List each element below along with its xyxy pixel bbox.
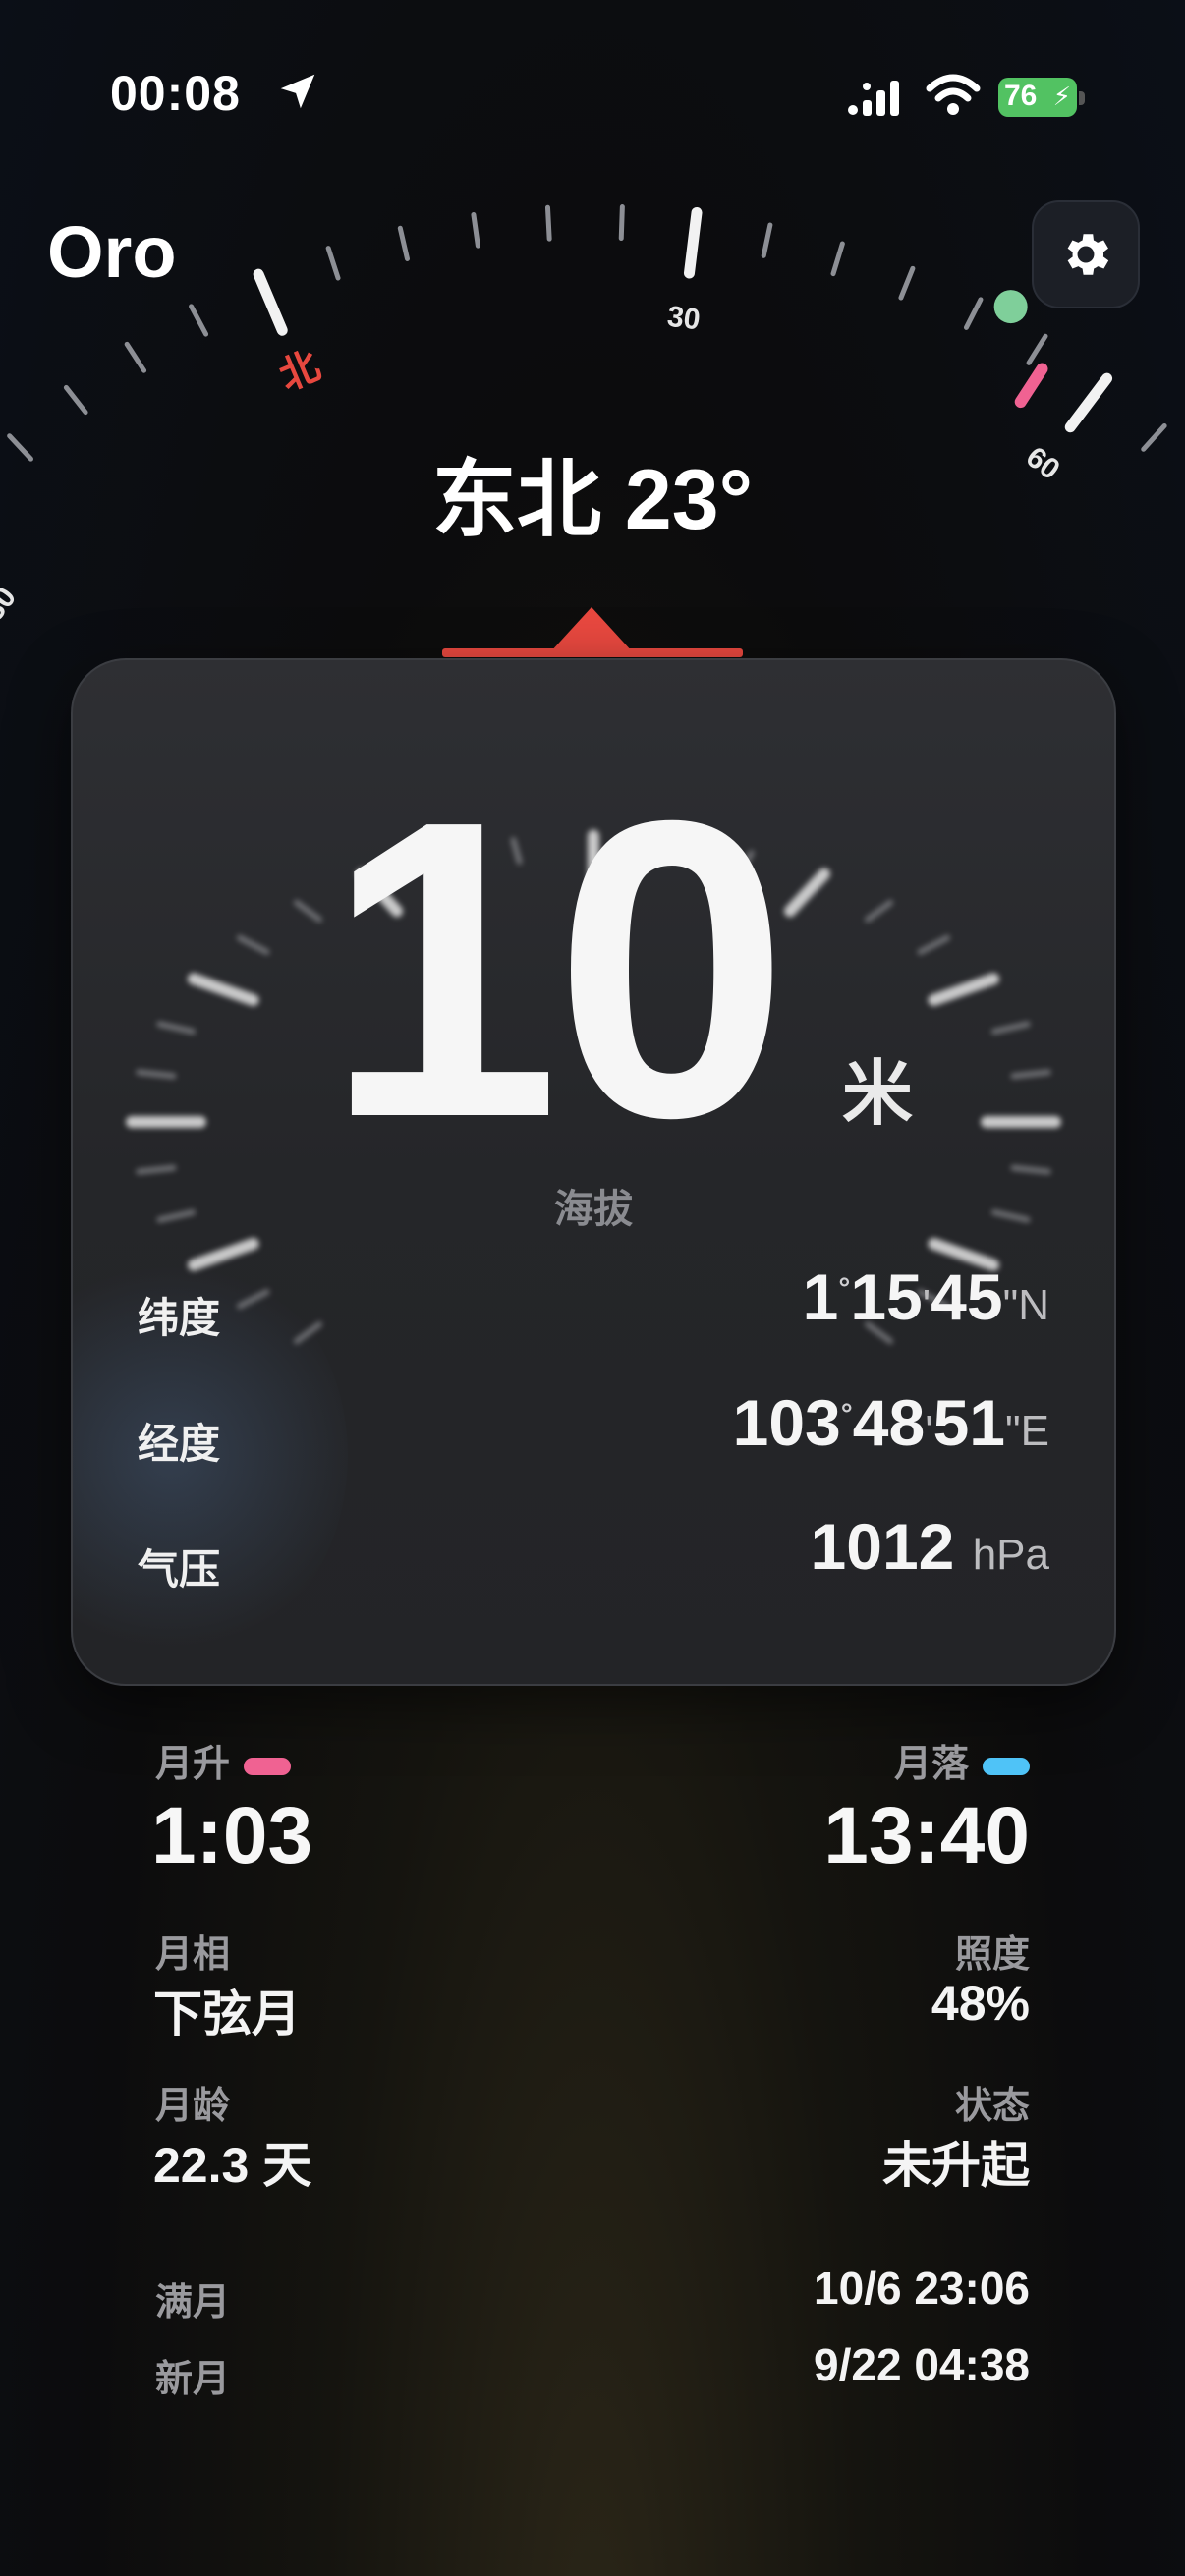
app-title: Oro bbox=[47, 211, 177, 293]
heading-pointer-bar bbox=[442, 648, 743, 657]
minute-symbol: ' bbox=[922, 1281, 931, 1329]
compass-minor-tick bbox=[471, 211, 480, 249]
compass-minor-tick bbox=[397, 225, 410, 261]
latitude-value: 1°15'45"N bbox=[803, 1260, 1049, 1334]
moon-phase-label: 月相 bbox=[155, 1934, 231, 1976]
compass-minor-tick bbox=[124, 341, 147, 373]
latitude-label: 纬度 bbox=[138, 1295, 221, 1341]
reflected-dial-tick bbox=[236, 1288, 270, 1310]
altitude-card: 10 米 海拔 纬度 1°15'45"N 经度 103°48'51"E 气压 1… bbox=[71, 658, 1116, 1686]
compass-major-tick bbox=[683, 206, 703, 279]
minute-symbol: ' bbox=[925, 1407, 933, 1455]
gear-icon bbox=[1067, 234, 1109, 275]
compass-minor-tick bbox=[963, 297, 984, 330]
compass-minor-tick bbox=[63, 384, 88, 416]
compass-minor-tick bbox=[898, 265, 916, 301]
moon-state-label: 状态 bbox=[954, 2086, 1030, 2127]
compass-major-tick bbox=[253, 268, 288, 336]
compass-degree-label: 330 bbox=[0, 582, 23, 641]
full-moon-date: 10/6 23:06 bbox=[814, 2263, 1030, 2314]
compass-heading: 东北 23° bbox=[432, 453, 753, 547]
lat-deg: 1 bbox=[802, 1260, 839, 1333]
lon-hemi: E bbox=[1020, 1407, 1049, 1455]
lon-sec: 51 bbox=[932, 1386, 1006, 1459]
degree-symbol: ° bbox=[840, 1398, 853, 1430]
moon-phase-value: 下弦月 bbox=[153, 1987, 301, 2042]
compass-moonrise-marker bbox=[1014, 363, 1048, 409]
lat-sec: 45 bbox=[931, 1260, 1003, 1333]
degree-symbol: ° bbox=[838, 1272, 851, 1305]
moonrise-label: 月升 bbox=[155, 1733, 292, 1787]
compass-minor-tick bbox=[544, 204, 552, 242]
illumination-value: 48% bbox=[931, 1976, 1030, 2031]
lat-min: 15 bbox=[850, 1260, 923, 1333]
compass-major-tick bbox=[1064, 372, 1113, 433]
moonset-label: 月落 bbox=[894, 1733, 1030, 1787]
altitude-number: 10 bbox=[324, 734, 789, 1205]
new-moon-date: 9/22 04:38 bbox=[814, 2339, 1030, 2390]
moonset-label-text: 月落 bbox=[893, 1744, 969, 1785]
moonrise-label-text: 月升 bbox=[155, 1744, 231, 1785]
reflected-dial-tick bbox=[187, 1238, 259, 1271]
compass-minor-tick bbox=[618, 204, 625, 242]
altitude-label: 海拔 bbox=[554, 1188, 633, 1231]
lon-min: 48 bbox=[852, 1386, 926, 1459]
altitude-unit: 米 bbox=[842, 1055, 914, 1134]
compass-north-label: 北 bbox=[273, 344, 326, 399]
longitude-value: 103°48'51"E bbox=[733, 1385, 1049, 1460]
pressure-number: 1012 bbox=[810, 1510, 955, 1583]
moonrise-time: 1:03 bbox=[151, 1791, 313, 1880]
moonset-time: 13:40 bbox=[823, 1791, 1030, 1880]
lat-hemi: N bbox=[1018, 1281, 1049, 1329]
compass-minor-tick bbox=[830, 241, 845, 277]
compass-degree-label: 30 bbox=[665, 301, 702, 337]
lat-second-hemi: "N bbox=[1002, 1281, 1049, 1329]
compass-sun-marker bbox=[993, 290, 1028, 324]
moonset-color-pill bbox=[983, 1757, 1030, 1775]
pressure-label: 气压 bbox=[138, 1546, 221, 1593]
compass-dial: 北3060东330300 bbox=[0, 204, 1167, 641]
compass-minor-tick bbox=[1026, 333, 1048, 365]
full-moon-label: 满月 bbox=[155, 2282, 231, 2324]
moon-age-label: 月龄 bbox=[155, 2086, 231, 2127]
moon-age-value: 22.3 天 bbox=[153, 2138, 312, 2193]
moonrise-color-pill bbox=[244, 1757, 292, 1775]
altitude-value: 10 bbox=[73, 758, 1114, 1181]
pressure-unit: hPa bbox=[972, 1531, 1049, 1579]
lon-second-hemi: "E bbox=[1005, 1407, 1049, 1455]
illumination-label: 照度 bbox=[954, 1934, 1030, 1976]
settings-button[interactable] bbox=[1032, 200, 1140, 308]
moon-state-value: 未升起 bbox=[882, 2138, 1030, 2193]
longitude-label: 经度 bbox=[138, 1421, 221, 1467]
compass-minor-tick bbox=[189, 304, 209, 337]
compass-minor-tick bbox=[325, 246, 341, 281]
reflected-dial-tick bbox=[293, 1321, 323, 1345]
lon-deg: 103 bbox=[732, 1386, 841, 1459]
pressure-value: 1012 hPa bbox=[811, 1509, 1049, 1584]
new-moon-label: 新月 bbox=[155, 2359, 231, 2400]
heading-pointer bbox=[550, 607, 633, 652]
compass-minor-tick bbox=[761, 222, 773, 258]
